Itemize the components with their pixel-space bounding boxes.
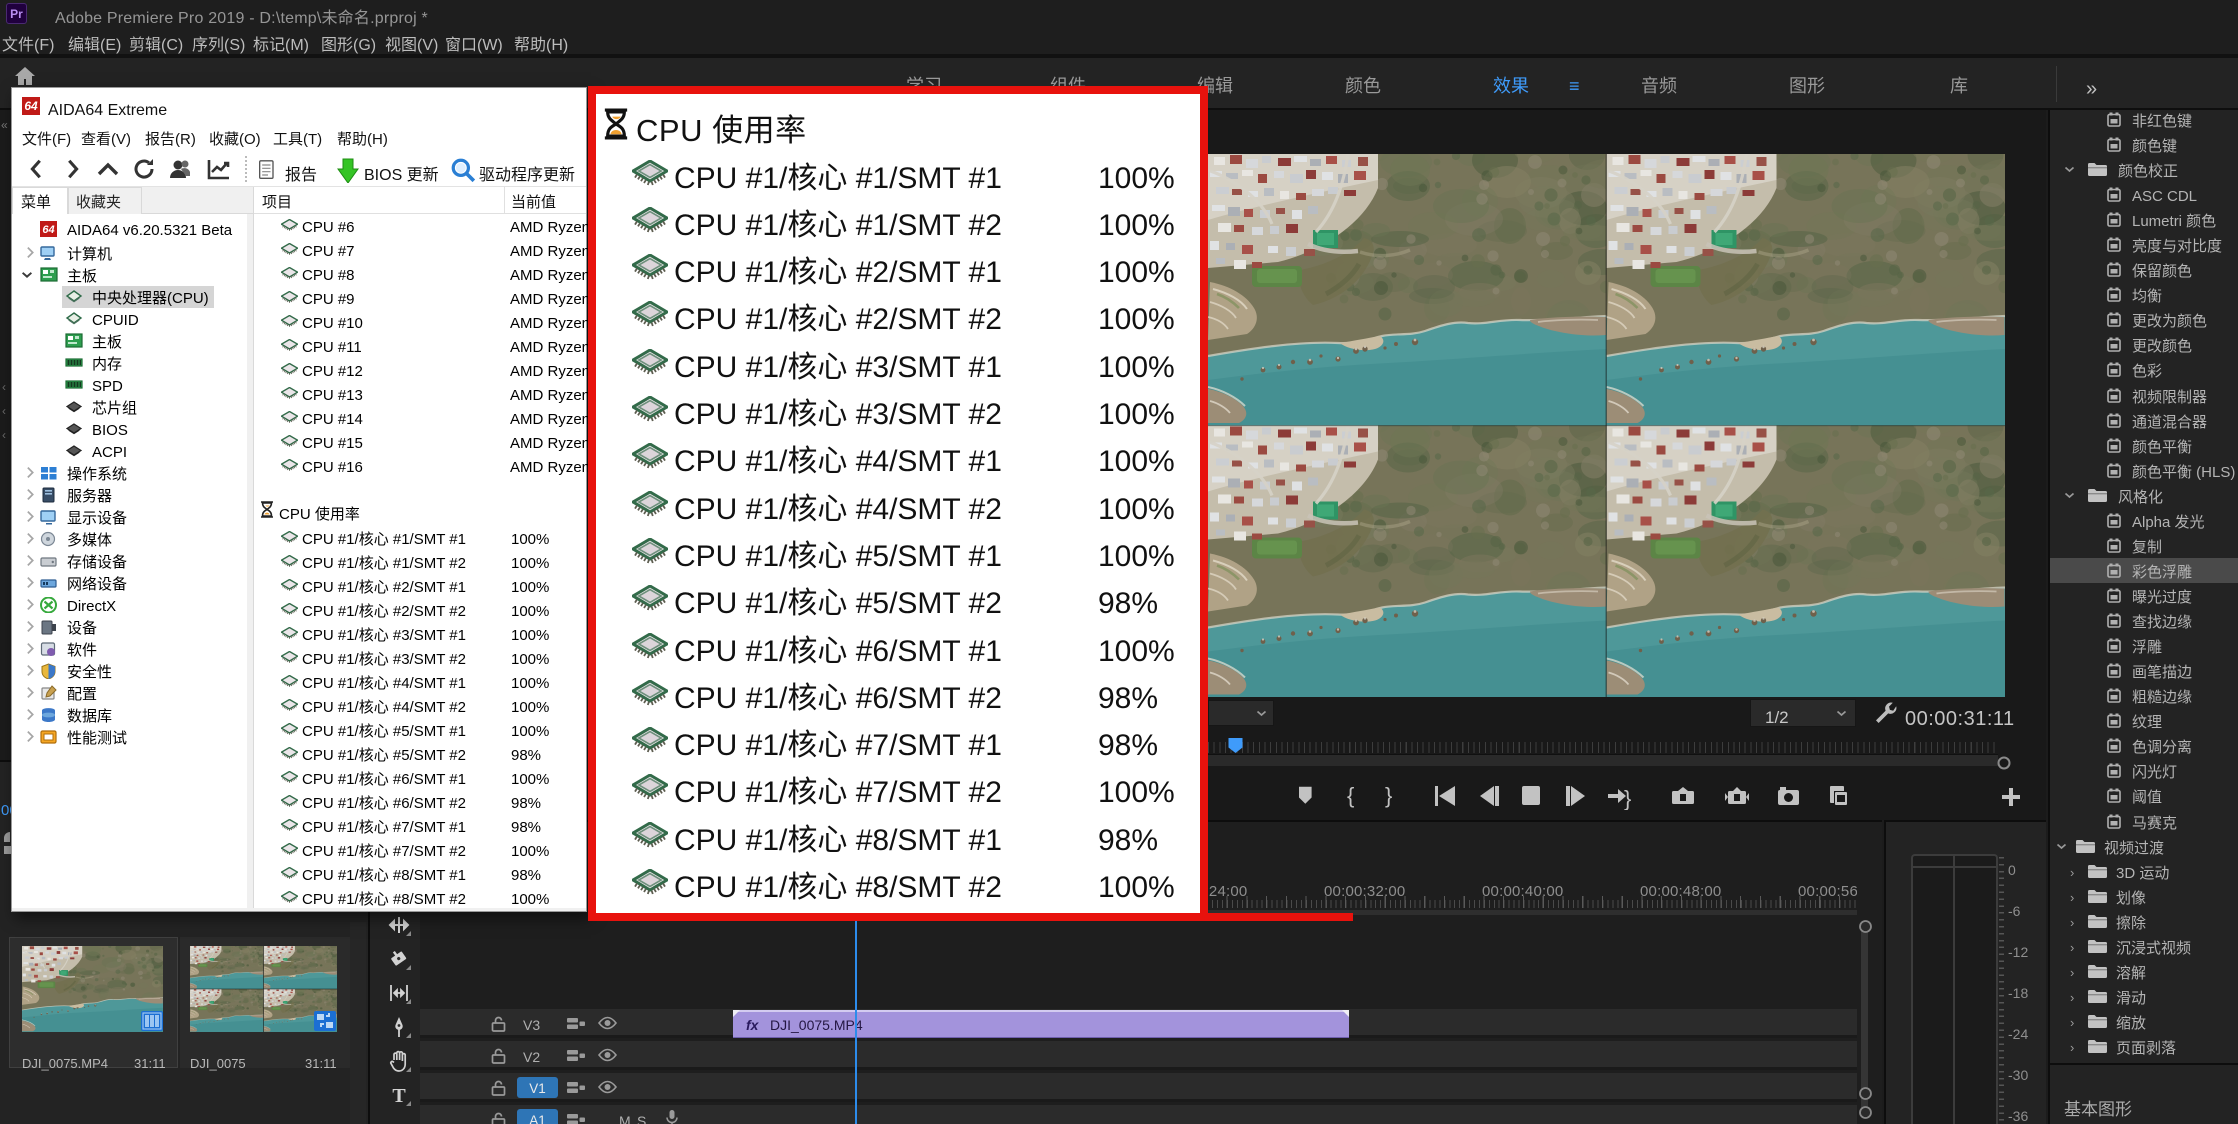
svg-text:T: T [392,1085,406,1107]
svg-text:}: } [1624,786,1631,810]
svg-text:}: } [1385,784,1392,808]
svg-text:{: { [1347,784,1354,808]
